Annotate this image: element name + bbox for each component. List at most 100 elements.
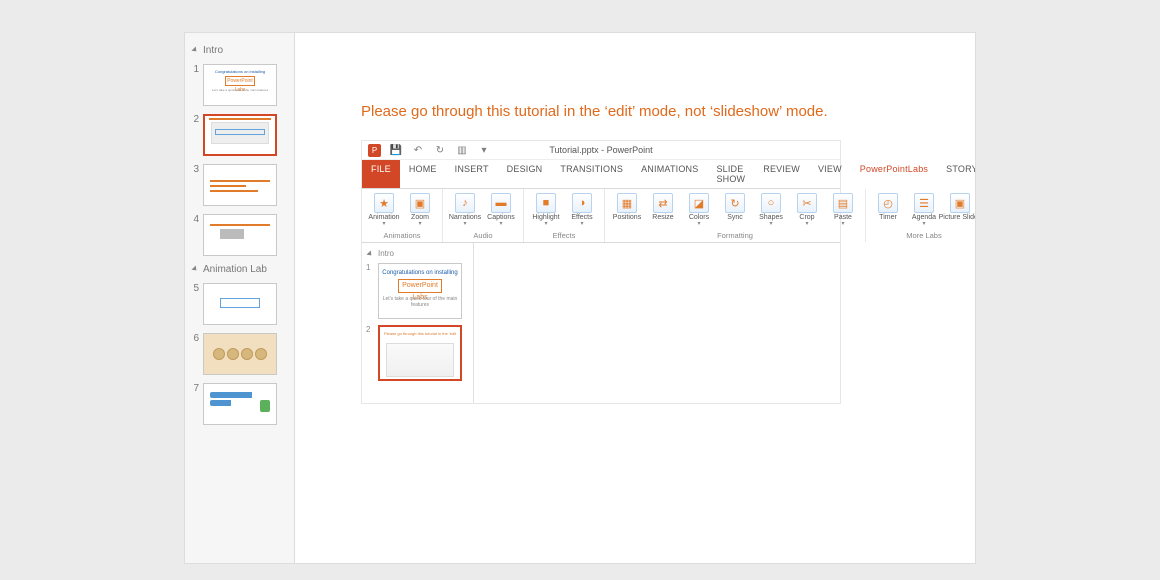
ribbon-group-audio: ♪Narrations▾▬Captions▾Audio — [443, 189, 524, 242]
undo-icon: ↶ — [411, 143, 425, 157]
powerpoint-icon: P — [368, 144, 381, 157]
ribbon-tab-review: REVIEW — [754, 160, 809, 188]
ribbon-button-crop: ✂Crop▾ — [791, 193, 823, 227]
ribbon-button-label: Animation — [368, 214, 399, 221]
ribbon-tab-animations: ANIMATIONS — [632, 160, 707, 188]
narrations-icon: ♪ — [455, 193, 475, 213]
ribbon-button-label: Colors — [689, 214, 709, 221]
slide-number: 7 — [189, 383, 199, 394]
embedded-thumb-panel: Intro 1 Congratulations on installing Po… — [362, 243, 474, 403]
ribbon-button-label: Zoom — [411, 214, 429, 221]
slide-number: 1 — [189, 64, 199, 75]
shapes-icon: ○ — [761, 193, 781, 213]
slide-thumbnail-5[interactable] — [203, 283, 277, 325]
ribbon-tabs: FILEHOMEINSERTDESIGNTRANSITIONSANIMATION… — [362, 160, 840, 189]
colors-icon: ◪ — [689, 193, 709, 213]
ribbon-group-label: Animations — [368, 229, 436, 240]
ribbon-button-highlight: ■Highlight▾ — [530, 193, 562, 227]
slide-thumbnail-7[interactable] — [203, 383, 277, 425]
embedded-mini-inner-screenshot — [386, 343, 454, 377]
embedded-thumb-row: 2 Please go through this tutorial in the… — [366, 322, 469, 384]
ribbon-group-label: Effects — [530, 229, 598, 240]
ribbon-button-positions: ▦Positions — [611, 193, 643, 227]
current-slide[interactable]: Please go through this tutorial in the ‘… — [295, 53, 935, 533]
ribbon: ★Animation▾▣Zoom▾Animations♪Narrations▾▬… — [362, 189, 840, 243]
embedded-thumb-row: 1 Congratulations on installing PowerPoi… — [366, 260, 469, 322]
ribbon-tab-transitions: TRANSITIONS — [551, 160, 632, 188]
positions-icon: ▦ — [617, 193, 637, 213]
slide-thumbnail-2[interactable] — [203, 114, 277, 156]
highlight-icon: ■ — [536, 193, 556, 213]
ribbon-button-picture-slides: ▣Picture Slides — [944, 193, 975, 227]
embedded-slide-number: 2 — [366, 325, 374, 334]
ribbon-tab-file: FILE — [362, 160, 400, 188]
mini-arrows — [204, 384, 276, 414]
embedded-section-header: Intro — [366, 247, 469, 260]
resize-icon: ⇄ — [653, 193, 673, 213]
mini-logo: PowerPoint Labs — [225, 76, 255, 86]
thumb-row: 2 — [189, 110, 290, 160]
slide-canvas-area[interactable]: Please go through this tutorial in the ‘… — [295, 33, 975, 563]
section-header-intro[interactable]: Intro — [189, 41, 290, 60]
embedded-mini-logo: PowerPoint Labs — [398, 279, 442, 293]
ribbon-group-effects: ■Highlight▾◑Effects▾Effects — [524, 189, 605, 242]
embedded-mini-sub: Let's take a quick tour of the main feat… — [379, 296, 461, 308]
ribbon-button-label: Paste — [834, 214, 852, 221]
slide-number: 6 — [189, 333, 199, 344]
slide-number: 2 — [189, 114, 199, 125]
slide-thumbnail-6[interactable] — [203, 333, 277, 375]
ribbon-button-label: Picture Slides — [939, 214, 975, 221]
dropdown-icon: ▾ — [499, 221, 502, 227]
embedded-mini-title: Congratulations on installing — [379, 270, 461, 276]
ribbon-button-label: Effects — [571, 214, 592, 221]
thumb-row: 5 — [189, 279, 290, 329]
embedded-body: Intro 1 Congratulations on installing Po… — [362, 243, 840, 403]
embedded-thumb-1: Congratulations on installing PowerPoint… — [378, 263, 462, 319]
zoom-icon: ▣ — [410, 193, 430, 213]
dropdown-icon: ▾ — [580, 221, 583, 227]
ribbon-button-label: Captions — [487, 214, 515, 221]
ribbon-button-timer: ◴Timer — [872, 193, 904, 227]
ribbon-button-label: Positions — [613, 214, 641, 221]
powerpoint-window: Intro 1 Congratulations on installing Po… — [185, 33, 975, 563]
redo-icon: ↻ — [433, 143, 447, 157]
dropdown-icon: ▾ — [544, 221, 547, 227]
effects-icon: ◑ — [572, 193, 592, 213]
dropdown-icon: ▾ — [418, 221, 421, 227]
embedded-mini-title-bar: Please go through this tutorial in the '… — [384, 331, 456, 337]
embedded-slide-number: 1 — [366, 263, 374, 272]
slide-title-text[interactable]: Please go through this tutorial in the ‘… — [295, 53, 935, 140]
ribbon-tab-home: HOME — [400, 160, 446, 188]
dropdown-icon: ▾ — [805, 221, 808, 227]
ribbon-group-formatting: ▦Positions⇄Resize◪Colors▾↻Sync○Shapes▾✂C… — [605, 189, 866, 242]
save-icon: 💾 — [389, 143, 403, 157]
dropdown-icon: ▾ — [769, 221, 772, 227]
section-header-animation-lab[interactable]: Animation Lab — [189, 260, 290, 279]
thumb-row: 1 Congratulations on installing PowerPoi… — [189, 60, 290, 110]
agenda-icon: ☰ — [914, 193, 934, 213]
timer-icon: ◴ — [878, 193, 898, 213]
captions-icon: ▬ — [491, 193, 511, 213]
slide-thumbnail-panel[interactable]: Intro 1 Congratulations on installing Po… — [185, 33, 295, 563]
slide-thumbnail-4[interactable] — [203, 214, 277, 256]
ribbon-button-agenda: ☰Agenda▾ — [908, 193, 940, 227]
ribbon-button-captions: ▬Captions▾ — [485, 193, 517, 227]
mini-title: Congratulations on installing — [204, 69, 276, 74]
paste-icon: ▤ — [833, 193, 853, 213]
slide-thumbnail-1[interactable]: Congratulations on installing PowerPoint… — [203, 64, 277, 106]
ribbon-tab-design: DESIGN — [498, 160, 552, 188]
slide-thumbnail-3[interactable] — [203, 164, 277, 206]
slide-number: 4 — [189, 214, 199, 225]
sync-icon: ↻ — [725, 193, 745, 213]
ribbon-button-resize: ⇄Resize — [647, 193, 679, 227]
dropdown-icon: ▾ — [697, 221, 700, 227]
title-bar: P 💾 ↶ ↻ ▥ ▾ Tutorial.pptx - PowerPoint — [362, 141, 840, 160]
ribbon-tab-storyboarding: STORYBOARDING — [937, 160, 975, 188]
ribbon-tab-view: VIEW — [809, 160, 851, 188]
ribbon-button-label: Sync — [727, 214, 743, 221]
picture-slides-icon: ▣ — [950, 193, 970, 213]
ribbon-button-label: Agenda — [912, 214, 936, 221]
ribbon-button-label: Timer — [879, 214, 897, 221]
dropdown-icon: ▾ — [841, 221, 844, 227]
qat-dropdown-icon: ▾ — [477, 143, 491, 157]
